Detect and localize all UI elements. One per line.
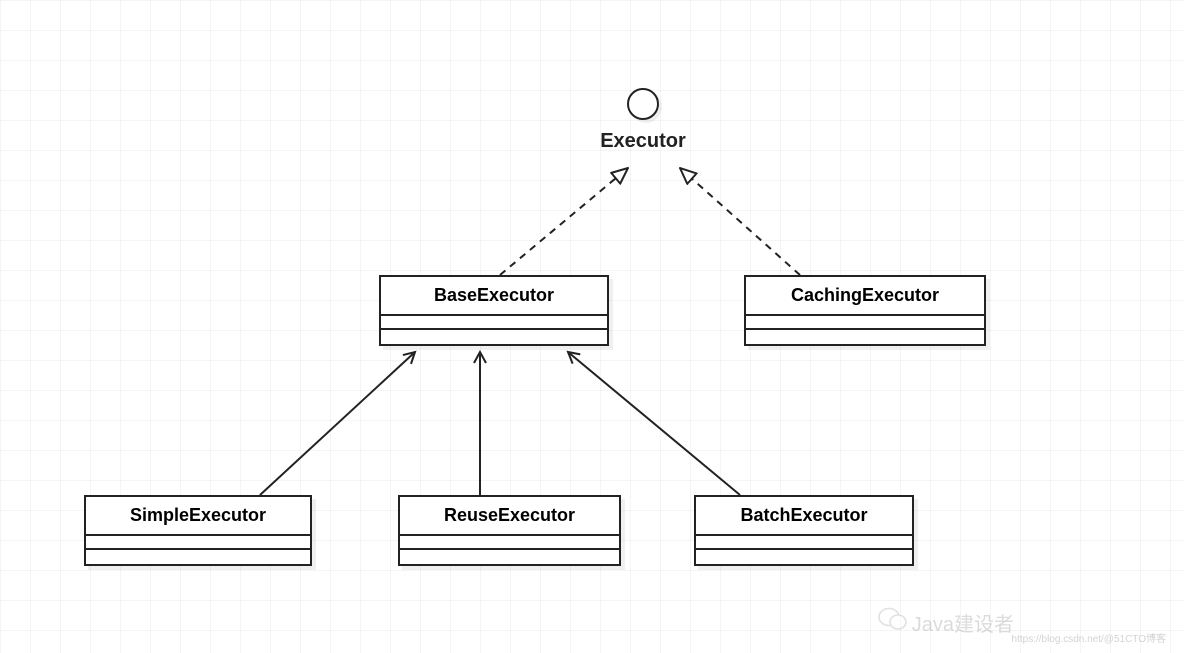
class-operations (86, 550, 310, 564)
class-operations (696, 550, 912, 564)
class-attributes (86, 536, 310, 550)
class-reuse-executor: ReuseExecutor (398, 495, 621, 566)
class-simple-executor: SimpleExecutor (84, 495, 312, 566)
class-name: SimpleExecutor (86, 497, 310, 536)
class-attributes (400, 536, 619, 550)
class-name: BatchExecutor (696, 497, 912, 536)
class-name: BaseExecutor (381, 277, 607, 316)
interface-label-executor: Executor (600, 130, 686, 153)
watermark-text: Java建设者 (912, 608, 1014, 637)
class-base-executor: BaseExecutor (379, 275, 609, 346)
class-attributes (381, 316, 607, 330)
class-name: CachingExecutor (746, 277, 984, 316)
class-attributes (696, 536, 912, 550)
class-operations (381, 330, 607, 344)
class-operations (746, 330, 984, 344)
interface-circle-executor (627, 88, 659, 120)
class-name: ReuseExecutor (400, 497, 619, 536)
wechat-icon (878, 606, 908, 639)
class-caching-executor: CachingExecutor (744, 275, 986, 346)
watermark-small: https://blog.csdn.net/@51CTO博客 (1012, 630, 1166, 645)
class-operations (400, 550, 619, 564)
class-attributes (746, 316, 984, 330)
class-batch-executor: BatchExecutor (694, 495, 914, 566)
watermark-main: Java建设者 (878, 606, 1014, 639)
